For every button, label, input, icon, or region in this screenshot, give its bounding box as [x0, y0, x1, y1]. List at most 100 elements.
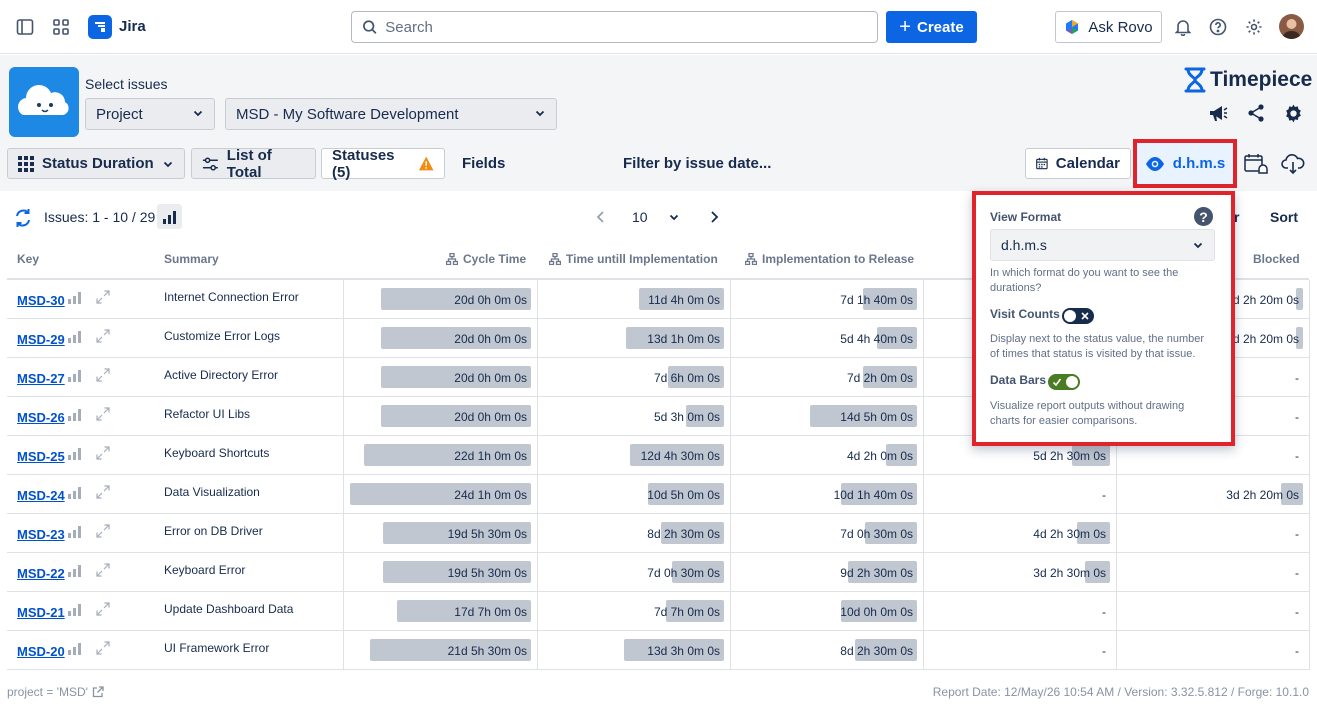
status-duration-button[interactable]: Status Duration: [7, 148, 185, 179]
search-box[interactable]: [351, 11, 878, 43]
table-row: MSD-22 Keyboard Error 19d 5h 30m 0s 7d 0h 3…: [7, 553, 1310, 592]
bar-chart-icon[interactable]: [68, 369, 82, 385]
bar-chart-icon[interactable]: [68, 603, 82, 619]
column-header-key[interactable]: Key: [17, 252, 39, 266]
create-button[interactable]: + Create: [886, 11, 977, 43]
issue-key-link[interactable]: MSD-20: [17, 644, 65, 659]
expand-icon[interactable]: [95, 289, 111, 308]
next-page-icon[interactable]: [707, 209, 721, 225]
column-divider: [730, 319, 731, 358]
issue-key-link[interactable]: MSD-27: [17, 371, 65, 386]
issue-key-link[interactable]: MSD-22: [17, 566, 65, 581]
project-select[interactable]: MSD - My Software Development: [225, 98, 557, 130]
data-bars-toggle[interactable]: [1048, 374, 1080, 390]
ask-rovo-button[interactable]: Ask Rovo: [1055, 11, 1162, 43]
expand-icon[interactable]: [95, 484, 111, 503]
bar-chart-icon[interactable]: [68, 564, 82, 580]
duration-value: 7d 2h 0m 0s: [846, 371, 913, 385]
bar-chart-icon[interactable]: [68, 330, 82, 346]
sort-button[interactable]: Sort: [1270, 209, 1298, 225]
expand-icon[interactable]: [95, 367, 111, 386]
bar-chart-icon[interactable]: [68, 525, 82, 541]
settings-icon[interactable]: [1243, 16, 1265, 38]
jira-logo-icon[interactable]: [88, 15, 112, 39]
issue-key-link[interactable]: MSD-25: [17, 449, 65, 464]
chevron-down-icon[interactable]: [667, 210, 681, 224]
jql-text: project = 'MSD': [7, 685, 88, 699]
column-divider: [537, 514, 538, 553]
column-divider: [1116, 475, 1117, 514]
issue-key-link[interactable]: MSD-26: [17, 410, 65, 425]
visit-counts-toggle[interactable]: [1062, 308, 1094, 324]
issue-summary: Refactor UI Libs: [164, 407, 251, 421]
per-page-value[interactable]: 10: [632, 209, 648, 225]
calendar-alert-icon[interactable]: [1243, 152, 1269, 176]
column-divider: [1309, 319, 1310, 358]
column-header-implementation-to-release[interactable]: Implementation to Release: [745, 252, 914, 266]
expand-icon[interactable]: [95, 406, 111, 425]
help-icon[interactable]: [1207, 16, 1229, 38]
expand-icon[interactable]: [95, 601, 111, 620]
expand-icon[interactable]: [95, 445, 111, 464]
expand-icon[interactable]: [95, 328, 111, 347]
external-link-icon: [92, 686, 104, 698]
bar-chart-icon[interactable]: [68, 642, 82, 658]
issue-summary: Customize Error Logs: [164, 329, 281, 343]
view-format-select[interactable]: d.h.m.s: [990, 229, 1215, 261]
expand-icon[interactable]: [95, 523, 111, 542]
column-divider: [537, 436, 538, 475]
column-header-time-until-implementation[interactable]: Time untill Implementation: [549, 252, 718, 266]
column-divider: [923, 358, 924, 397]
filter-by-date-button[interactable]: Filter by issue date...: [613, 148, 781, 179]
search-input[interactable]: [385, 18, 877, 36]
column-divider: [1309, 397, 1310, 436]
app-switcher-icon[interactable]: [50, 16, 72, 38]
column-header-blocked[interactable]: Blocked: [1253, 252, 1300, 266]
bell-icon[interactable]: [1172, 16, 1194, 38]
expand-icon[interactable]: [95, 640, 111, 659]
toggle-knob: [1066, 376, 1078, 388]
expand-icon[interactable]: [95, 562, 111, 581]
bar-chart-icon[interactable]: [68, 408, 82, 424]
project-type-select[interactable]: Project: [85, 98, 215, 130]
issue-key-link[interactable]: MSD-29: [17, 332, 65, 347]
jql-link[interactable]: project = 'MSD': [7, 685, 104, 699]
bar-chart-icon[interactable]: [68, 291, 82, 307]
check-icon: [1052, 378, 1062, 387]
issue-key-link[interactable]: MSD-30: [17, 293, 65, 308]
column-divider: [343, 319, 344, 358]
bar-chart-icon[interactable]: [68, 486, 82, 502]
bar-chart-icon[interactable]: [68, 447, 82, 463]
fields-button[interactable]: Fields: [452, 148, 515, 179]
duration-value: d 2h 20m 0s: [1232, 332, 1299, 346]
column-header-cycle-time[interactable]: Cycle Time: [446, 252, 526, 266]
sidebar-toggle-icon[interactable]: [14, 16, 36, 38]
avatar[interactable]: [1279, 14, 1304, 39]
calendar-label: Calendar: [1055, 155, 1120, 172]
app-name[interactable]: Jira: [119, 18, 146, 35]
cloud-download-icon[interactable]: [1280, 152, 1306, 176]
column-divider: [537, 553, 538, 592]
column-divider: [923, 514, 924, 553]
share-icon[interactable]: [1244, 101, 1268, 125]
gear-icon[interactable]: [1281, 101, 1305, 125]
column-divider: [343, 631, 344, 670]
search-icon: [363, 20, 377, 34]
issue-key-link[interactable]: MSD-21: [17, 605, 65, 620]
calendar-button[interactable]: Calendar: [1025, 148, 1131, 179]
issue-key-link[interactable]: MSD-23: [17, 527, 65, 542]
toggle-knob: [1064, 310, 1076, 322]
refresh-icon[interactable]: [12, 207, 34, 229]
help-icon[interactable]: ?: [1194, 207, 1213, 226]
column-divider: [343, 280, 344, 319]
format-toggle-button[interactable]: d.h.m.s: [1133, 139, 1237, 188]
list-of-total-button[interactable]: List of Total: [191, 147, 316, 181]
announcement-icon[interactable]: [1206, 101, 1230, 125]
duration-value: 4d 2h 0m 0s: [846, 449, 913, 463]
statuses-button[interactable]: Statuses (5): [321, 147, 445, 181]
column-divider: [730, 631, 731, 670]
column-header-summary[interactable]: Summary: [164, 252, 219, 266]
prev-page-icon[interactable]: [594, 209, 608, 225]
chart-toggle-icon[interactable]: [157, 204, 182, 229]
issue-key-link[interactable]: MSD-24: [17, 488, 65, 503]
